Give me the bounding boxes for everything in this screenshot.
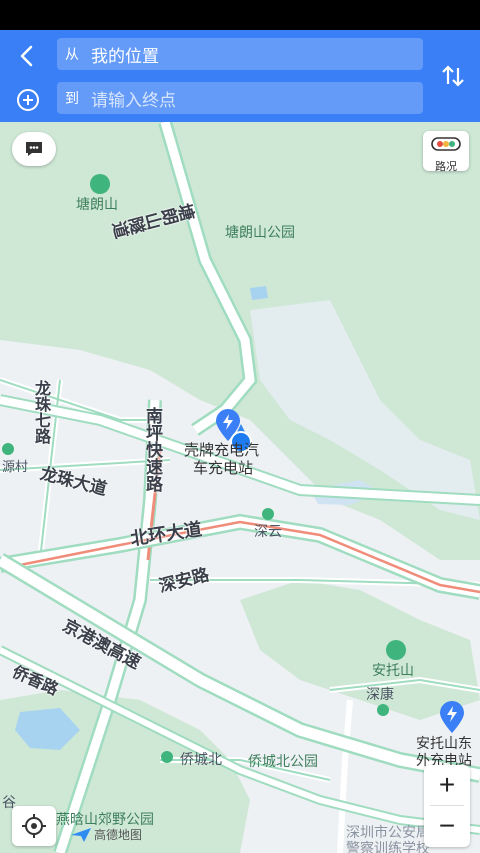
place-yuancun[interactable]: 源村 — [2, 456, 28, 475]
charging-station-name-2[interactable]: 车充电站 — [193, 457, 253, 478]
charging-station-icon-2[interactable] — [437, 700, 467, 734]
zoom-in-button[interactable]: + — [424, 765, 470, 805]
swap-icon[interactable] — [440, 62, 466, 90]
road-longzhu-7: 龙珠七路 — [32, 380, 49, 444]
metro-shenkang[interactable]: 深康 — [366, 684, 394, 704]
place-police-school-2[interactable]: 警察训练学校 — [346, 838, 430, 853]
from-prefix: 从 — [65, 46, 79, 62]
zoom-out-button[interactable]: − — [424, 806, 470, 846]
start-field[interactable]: 从 我的位置 — [57, 38, 423, 70]
brand-name: 高德地图 — [94, 828, 143, 842]
locate-button[interactable] — [12, 806, 56, 846]
metro-qiaochengbei[interactable]: 侨城北 — [180, 749, 222, 769]
message-icon — [26, 142, 42, 156]
destination-placeholder: 请输入终点 — [91, 90, 176, 110]
zoom-control: + − — [424, 765, 470, 847]
add-waypoint-icon[interactable] — [14, 86, 42, 114]
status-bar — [0, 0, 480, 30]
brand-logo: 高德地图 — [70, 826, 142, 843]
back-icon[interactable] — [14, 42, 42, 70]
place-tanglangshan-park[interactable]: 塘朗山公园 — [225, 222, 295, 242]
road-nanping-expressway: 南坪快速路 — [143, 407, 162, 492]
start-value: 我的位置 — [91, 46, 159, 66]
destination-field[interactable]: 到 请输入终点 — [57, 82, 423, 114]
map-view[interactable]: 塘朗山 塘朗山公园 壳牌充电汽 车充电站 源村 深云 安托山 深康 安托山东 外… — [0, 122, 480, 853]
message-button[interactable] — [12, 132, 56, 166]
traffic-label: 路况 — [435, 161, 457, 173]
metro-shenyun[interactable]: 深云 — [254, 521, 282, 541]
amap-logo-icon — [71, 827, 91, 842]
traffic-toggle-button[interactable]: 路况 — [423, 131, 469, 173]
locate-icon — [22, 814, 46, 838]
place-antuoshan[interactable]: 安托山 — [372, 660, 414, 680]
traffic-light-icon — [431, 137, 461, 151]
to-prefix: 到 — [65, 90, 79, 106]
place-qiaochengbei-park[interactable]: 侨城北公园 — [248, 751, 318, 771]
